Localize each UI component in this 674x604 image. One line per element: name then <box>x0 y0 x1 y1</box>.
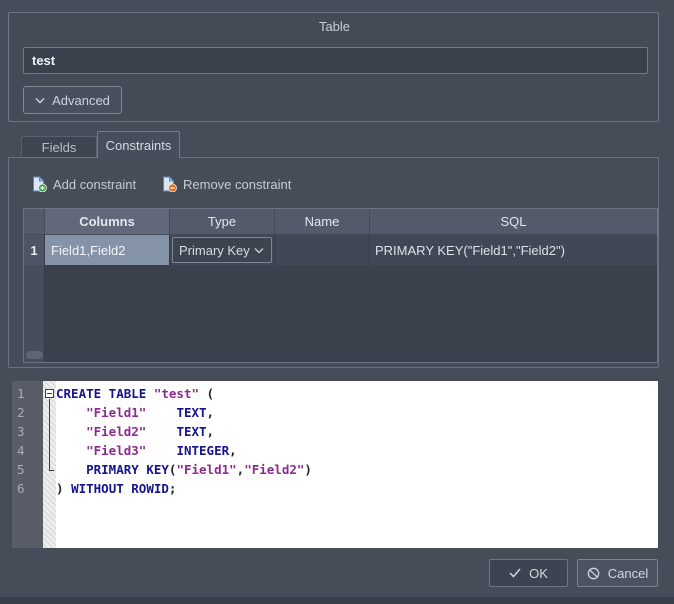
columns-cell[interactable]: Field1,Field2 <box>45 235 170 265</box>
sql-keyword: INTEGER <box>176 443 230 458</box>
line-number: 3 <box>17 424 25 439</box>
header-row-number <box>24 209 45 235</box>
sql-string: "Field2" <box>86 424 147 439</box>
type-dropdown[interactable]: Primary Key <box>172 237 272 263</box>
table-name-input[interactable] <box>23 47 648 74</box>
line-number-gutter: 1 2 3 4 5 6 <box>12 381 43 548</box>
chevron-down-icon <box>254 247 264 254</box>
sql-keyword: TEXT <box>176 424 207 439</box>
sql-keyword: WITHOUT ROWID <box>71 481 169 496</box>
type-cell: Primary Key <box>170 235 275 265</box>
groupbox-title: Table <box>318 19 351 34</box>
line-number: 6 <box>17 481 25 496</box>
sql-text: ) <box>304 462 312 477</box>
sql-string: "Field3" <box>86 443 147 458</box>
sql-editor[interactable]: 1 2 3 4 5 6 CREATE TABLE "test" ( "Field1" TE… <box>12 381 658 548</box>
fold-margin <box>43 381 56 548</box>
cancel-button[interactable]: Cancel <box>577 559 658 587</box>
cancel-button-label: Cancel <box>607 565 649 581</box>
sql-text: , <box>206 405 215 420</box>
remove-constraint-icon <box>161 176 177 192</box>
fold-marker[interactable] <box>43 384 56 403</box>
name-cell[interactable] <box>275 235 370 265</box>
sql-keyword: CREATE TABLE <box>56 386 147 401</box>
line-number: 2 <box>17 405 25 420</box>
remove-constraint-label: Remove constraint <box>183 176 292 192</box>
code-line[interactable]: CREATE TABLE "test" ( <box>56 384 658 403</box>
advanced-button[interactable]: Advanced <box>23 86 122 114</box>
table-row: 1 Field1,Field2 Primary Key PRIMARY KEY(… <box>24 235 657 265</box>
sql-text: ( <box>199 386 215 401</box>
sql-keyword: PRIMARY KEY <box>86 462 169 477</box>
fold-marker <box>43 460 56 479</box>
sql-text: ) <box>56 481 72 496</box>
sql-code[interactable]: CREATE TABLE "test" ( "Field1" TEXT, "Fi… <box>56 384 658 498</box>
add-constraint-label: Add constraint <box>53 176 137 192</box>
fold-collapse-box[interactable] <box>45 389 54 398</box>
horizontal-scrollbar-thumb[interactable] <box>26 351 43 359</box>
header-type[interactable]: Type <box>170 209 275 235</box>
remove-constraint-button[interactable]: Remove constraint <box>161 173 291 195</box>
header-name[interactable]: Name <box>275 209 370 235</box>
tab-constraints[interactable]: Constraints <box>97 131 180 158</box>
check-icon <box>509 568 521 578</box>
sql-cell[interactable]: PRIMARY KEY("Field1","Field2") <box>370 235 657 265</box>
tab-fields-label: Fields <box>41 140 77 155</box>
code-line[interactable]: "Field1" TEXT, <box>56 403 658 422</box>
sql-string: "Field1" <box>86 405 147 420</box>
header-columns[interactable]: Columns <box>45 209 170 235</box>
sql-string: "Field1" <box>176 462 237 477</box>
tab-constraints-label: Constraints <box>105 137 172 153</box>
tab-fields[interactable]: Fields <box>21 136 97 158</box>
sql-text: , <box>229 443 237 458</box>
line-number: 5 <box>17 462 25 477</box>
constraints-pane: Add constraint Remove constraint Columns… <box>8 157 659 368</box>
constraints-table: Columns Type Name SQL 1 Field1,Field2 Pr… <box>23 208 658 363</box>
sql-text: , <box>206 424 215 439</box>
fold-marker <box>43 422 56 441</box>
advanced-button-label: Advanced <box>52 92 110 108</box>
no-entry-icon <box>587 567 600 580</box>
row-number-gutter <box>24 265 45 362</box>
sql-string: "test" <box>153 386 199 401</box>
ok-button-label: OK <box>529 565 548 581</box>
constraints-table-header: Columns Type Name SQL <box>24 209 657 235</box>
header-sql[interactable]: SQL <box>370 209 657 235</box>
sql-string: "Field2" <box>244 462 305 477</box>
fold-marker <box>43 441 56 460</box>
fold-marker <box>43 479 56 498</box>
sql-text: ; <box>168 481 177 496</box>
line-number: 4 <box>17 443 25 458</box>
add-constraint-icon <box>31 176 47 192</box>
ok-button[interactable]: OK <box>489 559 568 587</box>
table-groupbox: Table Advanced <box>8 12 659 122</box>
sql-keyword: TEXT <box>176 405 207 420</box>
type-dropdown-value: Primary Key <box>179 242 250 258</box>
code-line[interactable]: "Field2" TEXT, <box>56 422 658 441</box>
line-number: 1 <box>17 386 25 401</box>
add-constraint-button[interactable]: Add constraint <box>31 173 136 195</box>
fold-marker <box>43 403 56 422</box>
code-line[interactable]: "Field3" INTEGER, <box>56 441 658 460</box>
row-number-cell[interactable]: 1 <box>24 235 45 265</box>
code-line[interactable]: ) WITHOUT ROWID; <box>56 479 658 498</box>
chevron-down-icon <box>35 97 45 104</box>
window-bottom-edge <box>0 597 674 604</box>
code-line[interactable]: PRIMARY KEY("Field1","Field2") <box>56 460 658 479</box>
